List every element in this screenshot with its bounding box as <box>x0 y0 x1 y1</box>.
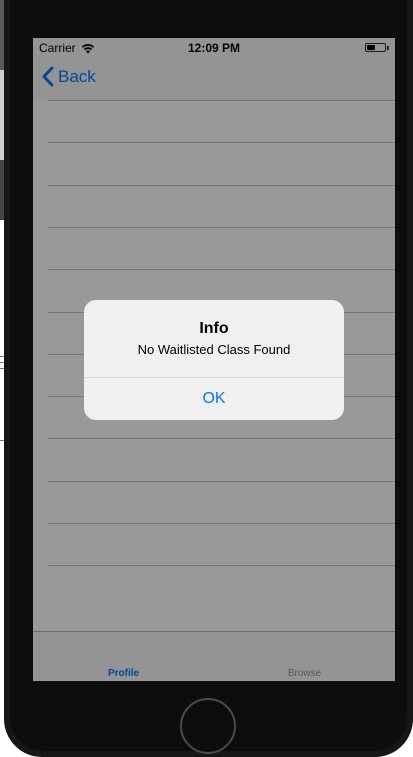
info-alert: Info No Waitlisted Class Found OK <box>84 300 344 420</box>
ok-button[interactable]: OK <box>84 378 344 420</box>
alert-title: Info <box>199 320 229 337</box>
device-frame: Carrier 12:09 PM Back Profile Browse Inf… <box>4 0 413 757</box>
home-button[interactable] <box>180 698 236 754</box>
alert-message: No Waitlisted Class Found <box>137 342 291 357</box>
device-screen: Carrier 12:09 PM Back Profile Browse Inf… <box>33 38 395 681</box>
